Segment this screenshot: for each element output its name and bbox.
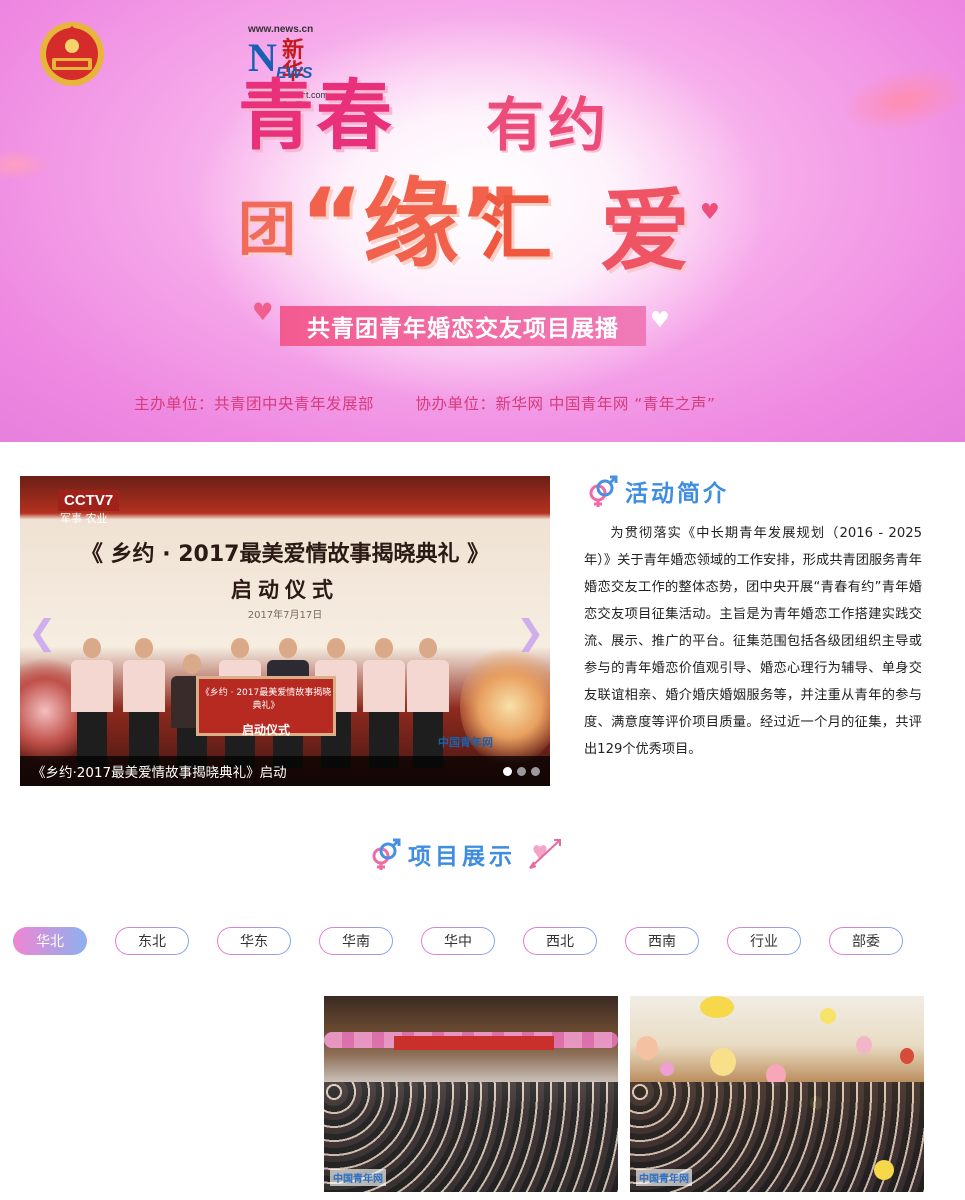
tab-hangye[interactable]: 行业 (727, 927, 801, 955)
balloon (820, 1008, 836, 1024)
gender-symbol-icon (372, 838, 401, 870)
gender-symbol-icon (589, 475, 618, 507)
ceremony-sign: 《乡约 · 2017最美爱情故事揭晓典礼》 启动仪式 (196, 676, 336, 737)
organizer-text: 主办单位：共青团中央青年发展部 (134, 395, 375, 413)
logo-url-top: www.news.cn (248, 24, 314, 35)
balloon (710, 1048, 736, 1076)
petal-decoration (0, 150, 50, 180)
balloon (856, 1036, 872, 1054)
photo-watermark: 中国青年网 (636, 1169, 692, 1186)
caption-bar: 《乡约·2017最美爱情故事揭晓典礼》启动 (20, 756, 550, 786)
news-carousel[interactable]: CCTV7 军事 农业 《 乡约 · 2017最美爱情故事揭晓典礼 》 启动仪式… (20, 476, 550, 786)
carousel-dot[interactable] (517, 767, 526, 776)
photo-watermark: 中国青年网 (330, 1169, 386, 1186)
intro-heading: 活动简介 (585, 474, 729, 508)
sponsors-line: 主办单位：共青团中央青年发展部 协办单位：新华网 中国青年网 “青年之声” (134, 392, 751, 414)
chevron-right-icon[interactable]: ❯ (516, 616, 545, 650)
petal-decoration (835, 57, 965, 143)
heart-icon: ♥ (650, 308, 670, 333)
sign-text: 《乡约 · 2017最美爱情故事揭晓典礼》 (200, 688, 332, 711)
region-tabs: 华北 东北 华东 华南 华中 西北 西南 行业 部委 (13, 927, 913, 955)
subtitle-ribbon: 共青团青年婚恋交友项目展播 (280, 306, 646, 346)
carousel-dot[interactable] (503, 767, 512, 776)
banner-subtitle: 共青团青年婚恋交友项目展播 (307, 316, 619, 342)
banner-title-league: 团 (238, 195, 297, 263)
project-photo[interactable]: 中国青年网 (630, 996, 924, 1192)
slide-caption[interactable]: 《乡约·2017最美爱情故事揭晓典礼》启动 (32, 761, 287, 781)
hall-banner (394, 1036, 554, 1050)
intro-title: 活动简介 (625, 481, 729, 507)
xinhua-logo[interactable]: www.news.cn N 新华网 EWS www.xinhuanet.com (124, 12, 328, 106)
slide-channel-sub: 军事 农业 (60, 512, 108, 525)
co-organizer-text: 协办单位：新华网 中国青年网 “青年之声” (415, 395, 716, 413)
tab-huazhong[interactable]: 华中 (421, 927, 495, 955)
heart-icon: ♥ (252, 298, 274, 326)
slide-title: 《 乡约 · 2017最美爱情故事揭晓典礼 》 (80, 542, 490, 567)
tab-dongbei[interactable]: 东北 (115, 927, 189, 955)
slide-channel-logo: CCTV7 (58, 490, 120, 511)
heart-icon: ♥ (700, 200, 720, 225)
slide-subtitle: 启动仪式 (231, 578, 339, 602)
intro-body: 为贯彻落实《中长期青年发展规划（2016 - 2025年）》关于青年婚恋领域的工… (584, 526, 922, 757)
banner-title-love: 爱 (600, 178, 690, 284)
banner-title-youth: 青春 (238, 71, 394, 160)
tab-huabei[interactable]: 华北 (13, 927, 87, 955)
sign-bold-text: 启动仪式 (241, 723, 290, 737)
youth-league-emblem-icon (40, 22, 104, 86)
projects-title: 项目展示 (408, 844, 516, 870)
balloon (874, 1160, 894, 1180)
header-banner: www.news.cn N 新华网 EWS www.xinhuanet.com … (0, 0, 965, 442)
balloon (636, 1036, 658, 1060)
balloon (660, 1062, 674, 1076)
banner-title-gather: 汇 (480, 186, 553, 270)
balloon (900, 1048, 914, 1064)
slide-watermark: 中国青年网 (438, 736, 493, 749)
tab-huanan[interactable]: 华南 (319, 927, 393, 955)
project-photo[interactable]: 中国青年网 (324, 996, 618, 1192)
chevron-left-icon[interactable]: ❮ (28, 616, 57, 650)
tab-xinan[interactable]: 西南 (625, 927, 699, 955)
projects-heading: 项目展示 (368, 836, 564, 872)
tab-buwei[interactable]: 部委 (829, 927, 903, 955)
banner-title-date: 有约 (486, 91, 611, 159)
tab-xibei[interactable]: 西北 (523, 927, 597, 955)
cupid-arrow-icon (529, 839, 561, 869)
carousel-dot[interactable] (531, 767, 540, 776)
balloon (700, 996, 734, 1018)
tab-huadong[interactable]: 华东 (217, 927, 291, 955)
carousel-dots (503, 767, 540, 776)
